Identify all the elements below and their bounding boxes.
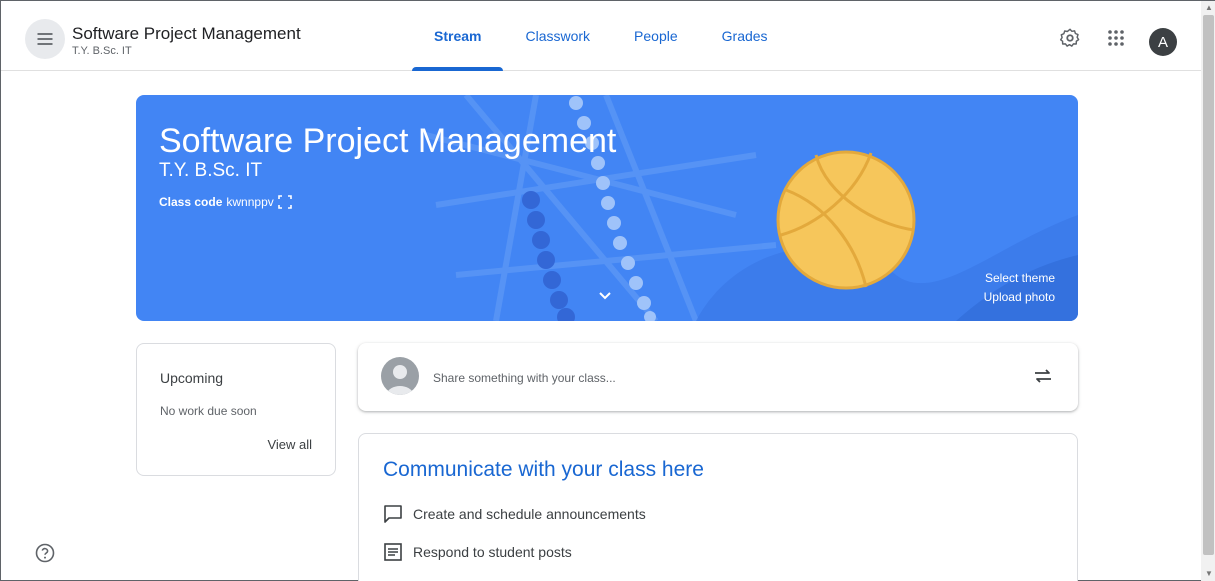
class-settings-button[interactable]	[1057, 25, 1083, 51]
google-apps-button[interactable]	[1103, 25, 1129, 51]
menu-icon	[37, 33, 53, 45]
class-subtitle: T.Y. B.Sc. IT	[72, 45, 132, 57]
upcoming-card: Upcoming No work due soon View all	[136, 343, 336, 476]
main-menu-button[interactable]	[25, 19, 65, 59]
post-icon	[384, 543, 402, 561]
settings-icon	[1059, 28, 1080, 47]
tab-bar: Stream Classwork People Grades	[412, 1, 790, 71]
class-code-row: Class code kwnnppv	[159, 195, 292, 209]
tab-people[interactable]: People	[612, 1, 700, 71]
scroll-up-arrow-icon[interactable]: ▲	[1205, 3, 1213, 12]
banner-class-title: Software Project Management	[159, 122, 617, 160]
class-title[interactable]: Software Project Management	[72, 24, 301, 44]
banner-class-subtitle: T.Y. B.Sc. IT	[159, 160, 263, 181]
scroll-down-arrow-icon[interactable]: ▼	[1205, 569, 1213, 578]
create-announcements-label: Create and schedule announcements	[413, 506, 646, 522]
view-all-link[interactable]: View all	[267, 437, 312, 452]
reuse-post-icon[interactable]	[1032, 365, 1054, 387]
respond-posts-label: Respond to student posts	[413, 544, 572, 560]
class-code-label: Class code	[159, 195, 223, 209]
communicate-title: Communicate with your class here	[383, 458, 704, 481]
announcement-icon	[384, 505, 402, 523]
chevron-down-icon[interactable]	[597, 290, 613, 302]
upcoming-empty-text: No work due soon	[160, 404, 257, 418]
page-scrollbar[interactable]: ▲ ▼	[1201, 1, 1215, 581]
tab-classwork[interactable]: Classwork	[503, 1, 612, 71]
user-avatar	[381, 357, 419, 395]
select-theme-link[interactable]: Select theme	[985, 271, 1055, 285]
upload-photo-link[interactable]: Upload photo	[984, 290, 1055, 304]
scrollbar-thumb[interactable]	[1203, 15, 1214, 555]
create-announcements-item: Create and schedule announcements	[383, 504, 646, 524]
share-announcement-box[interactable]: Share something with your class...	[358, 343, 1078, 411]
share-placeholder[interactable]: Share something with your class...	[433, 371, 616, 385]
class-banner: Software Project Management T.Y. B.Sc. I…	[136, 95, 1078, 321]
apps-grid-icon	[1108, 30, 1124, 46]
top-app-bar: Software Project Management T.Y. B.Sc. I…	[1, 1, 1201, 71]
respond-posts-item: Respond to student posts	[383, 542, 572, 562]
communicate-card: Communicate with your class here Create …	[358, 433, 1078, 581]
fullscreen-icon[interactable]	[277, 195, 292, 209]
person-icon	[386, 365, 414, 395]
tab-grades[interactable]: Grades	[700, 1, 790, 71]
help-icon[interactable]	[35, 543, 55, 563]
class-code-value: kwnnppv	[226, 195, 274, 209]
tab-stream[interactable]: Stream	[412, 1, 504, 71]
upcoming-title: Upcoming	[160, 370, 224, 386]
account-avatar[interactable]: A	[1149, 28, 1177, 56]
